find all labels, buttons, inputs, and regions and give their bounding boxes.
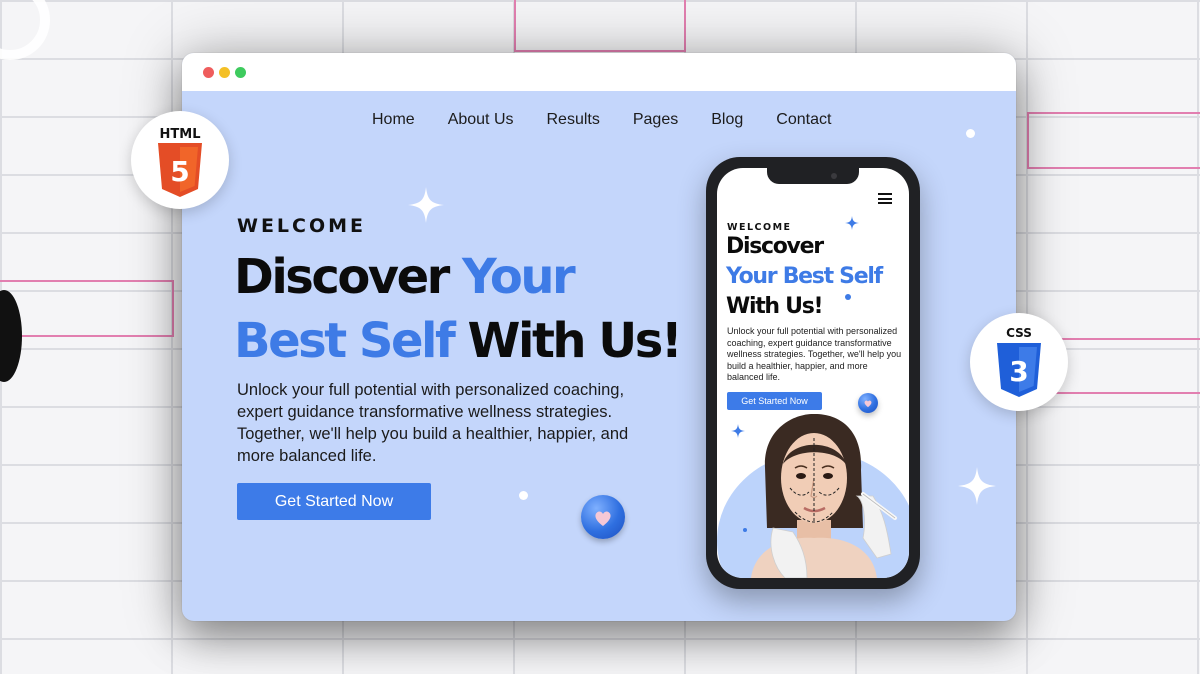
minimize-dot-icon[interactable]	[219, 67, 230, 78]
nav-about-us[interactable]: About Us	[448, 111, 514, 129]
phone-screen: WELCOME Discover Your Best Self With Us!…	[717, 168, 909, 578]
phone-headline-line1: Discover	[726, 234, 824, 259]
css3-number: 3	[1009, 355, 1028, 388]
phone-notch	[767, 168, 859, 184]
nav-blog[interactable]: Blog	[711, 111, 743, 129]
nav-results[interactable]: Results	[547, 111, 600, 129]
decor-dot	[519, 491, 528, 500]
html5-badge: HTML 5	[131, 111, 229, 209]
bg-outline-left	[0, 280, 174, 337]
phone-headline: Discover Your Best Self With Us!	[726, 232, 901, 322]
css3-shield-icon: 3	[997, 343, 1041, 397]
heart-bubble-icon	[581, 495, 625, 539]
portrait-image	[751, 413, 897, 578]
sparkle-icon	[731, 424, 745, 438]
html5-number: 5	[170, 155, 189, 188]
hero-headline-part1: Discover	[234, 249, 463, 305]
nav-pages[interactable]: Pages	[633, 111, 678, 129]
sparkle-icon	[958, 467, 996, 505]
hero-headline: Discover Your Best Self With Us!	[234, 245, 694, 373]
decor-dot	[966, 129, 975, 138]
html5-shield-icon: 5	[158, 143, 202, 197]
nav-home[interactable]: Home	[372, 111, 415, 129]
html5-badge-label: HTML	[159, 127, 201, 142]
phone-headline-line2: Your Best Self	[726, 264, 883, 289]
hero-eyebrow: WELCOME	[237, 215, 367, 237]
phone-lead: Unlock your full potential with personal…	[727, 326, 902, 382]
browser-titlebar	[182, 53, 1016, 91]
phone-headline-line3: With Us!	[726, 294, 824, 319]
bg-outline-right-top	[1027, 112, 1200, 169]
bg-ghost-circle	[0, 0, 50, 60]
close-dot-icon[interactable]	[203, 67, 214, 78]
decor-dot	[845, 294, 851, 300]
hero-headline-part3: With Us!	[453, 313, 683, 369]
hamburger-icon[interactable]	[878, 193, 892, 207]
maximize-dot-icon[interactable]	[235, 67, 246, 78]
main-nav: Home About Us Results Pages Blog Contact	[372, 111, 864, 129]
bg-outline-top	[514, 0, 686, 52]
sparkle-icon	[408, 187, 444, 223]
phone-mockup: WELCOME Discover Your Best Self With Us!…	[706, 157, 920, 589]
camera-icon	[831, 173, 837, 179]
css3-badge: CSS 3	[970, 313, 1068, 411]
browser-window: Home About Us Results Pages Blog Contact…	[182, 53, 1016, 621]
hero-lead: Unlock your full potential with personal…	[237, 381, 629, 465]
get-started-button[interactable]: Get Started Now	[237, 483, 431, 520]
css3-badge-label: CSS	[1006, 326, 1032, 340]
nav-contact[interactable]: Contact	[776, 111, 831, 129]
sparkle-icon	[845, 216, 859, 230]
